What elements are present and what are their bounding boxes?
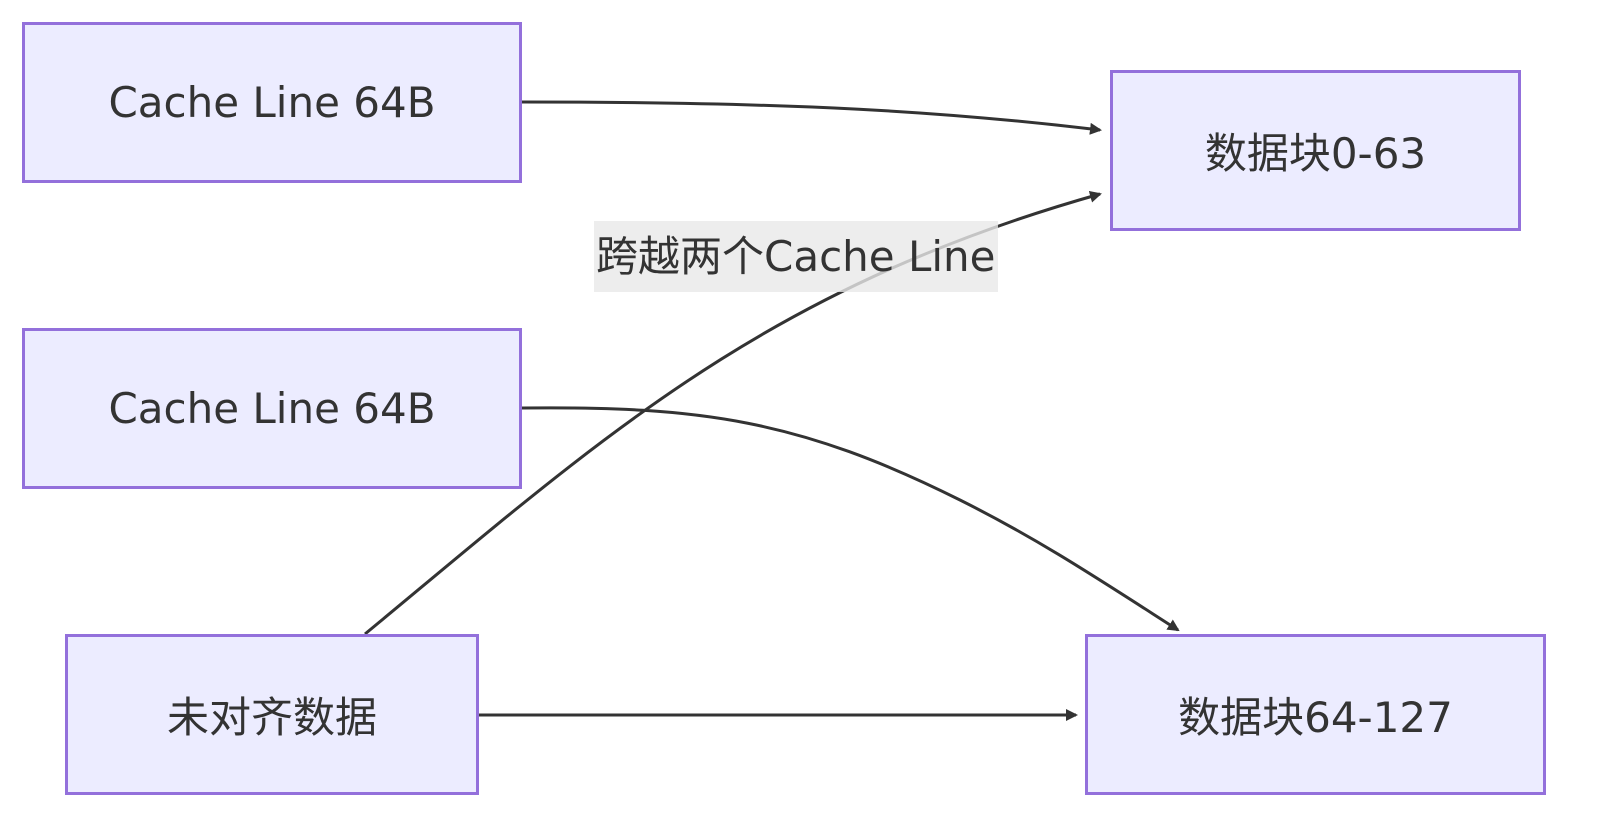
node-cache-line-2: Cache Line 64B [22, 328, 522, 489]
node-cache-line-1: Cache Line 64B [22, 22, 522, 183]
flowchart-diagram: 跨越两个Cache Line Cache Line 64B Cache Line… [0, 0, 1599, 834]
edge-cacheline1-to-block0 [521, 100, 1102, 135]
node-block-0-63: 数据块0-63 [1110, 70, 1521, 231]
node-block-64-127: 数据块64-127 [1085, 634, 1546, 795]
edge-label-crosses-two-cache-lines: 跨越两个Cache Line [594, 221, 998, 292]
edge-cacheline2-to-block64 [521, 406, 1180, 632]
node-unaligned-data: 未对齐数据 [65, 634, 479, 795]
